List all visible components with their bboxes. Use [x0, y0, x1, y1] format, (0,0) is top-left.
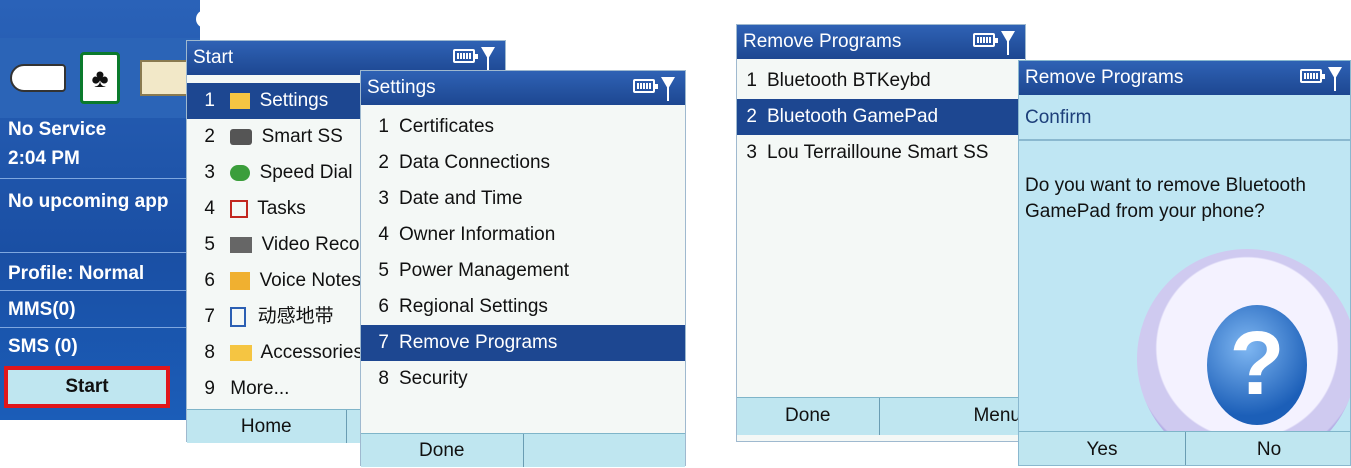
battery-icon [633, 79, 658, 93]
remove-programs-panel: Remove Programs 1 Bluetooth BTKeybd 2 Blue… [736, 24, 1026, 442]
settings-titlebar: Settings [361, 71, 685, 105]
settings-softbar: Done [361, 433, 685, 467]
home-sms-line[interactable]: SMS (0) [8, 335, 78, 359]
key-icon[interactable] [10, 64, 66, 92]
program-item[interactable]: 3 Lou Terrailloune Smart SS [737, 135, 1025, 171]
signal-icon [481, 47, 495, 71]
settings-menu-panel: Settings 1 Certificates 2 Data Connections… [360, 70, 686, 467]
subtitle-divider [1019, 139, 1350, 141]
divider [0, 252, 200, 253]
done-softkey[interactable]: Done [737, 398, 880, 435]
signal-icon [256, 8, 326, 30]
folder-icon [230, 344, 253, 361]
bluetooth-icon [196, 10, 214, 28]
cards-icon[interactable]: ♣ [80, 52, 120, 104]
tasks-icon [230, 199, 249, 218]
done-softkey[interactable]: Done [361, 434, 524, 467]
confirm-title: Remove Programs [1025, 67, 1184, 88]
home-status-time: 2:04 PM [8, 148, 80, 169]
settings-item-certificates[interactable]: 1 Certificates [361, 109, 685, 145]
signal-icon [1001, 31, 1015, 55]
settings-item-remove-programs[interactable]: 7 Remove Programs [361, 325, 685, 361]
start-button[interactable]: Start [4, 366, 170, 408]
speed-dial-icon [230, 164, 251, 181]
settings-title: Settings [367, 77, 436, 98]
divider [0, 327, 200, 328]
settings-item-owner-information[interactable]: 4 Owner Information [361, 217, 685, 253]
confirm-dialog: Remove Programs Confirm Do you want to r… [1018, 60, 1351, 466]
settings-item-regional-settings[interactable]: 6 Regional Settings [361, 289, 685, 325]
divider [0, 290, 200, 291]
settings-item-security[interactable]: 8 Security [361, 361, 685, 397]
battery-icon [453, 49, 478, 63]
settings-item-power-management[interactable]: 5 Power Management [361, 253, 685, 289]
signal-icon [661, 77, 675, 101]
mail-icon[interactable] [140, 60, 190, 96]
confirm-titlebar: Remove Programs [1019, 61, 1350, 95]
signal-icon [1328, 67, 1342, 91]
divider [0, 178, 200, 179]
start-menu-title: Start [193, 47, 234, 68]
right-softkey[interactable] [524, 434, 686, 467]
home-profile-line[interactable]: Profile: Normal [8, 262, 144, 286]
confirm-message: Do you want to remove Bluetooth GamePad … [1025, 175, 1306, 222]
remove-programs-title: Remove Programs [743, 31, 902, 52]
remove-programs-titlebar: Remove Programs [737, 25, 1025, 59]
home-screen: ♣ No Service 2:04 PM No upcoming app Pro… [0, 0, 306, 420]
home-calendar-line[interactable]: No upcoming app [8, 190, 168, 214]
yes-softkey[interactable]: Yes [1019, 432, 1186, 465]
program-item[interactable]: 1 Bluetooth BTKeybd [737, 63, 1025, 99]
voice-notes-icon [230, 271, 251, 290]
no-softkey[interactable]: No [1186, 432, 1350, 465]
confirm-subtitle: Confirm [1025, 107, 1092, 128]
menu-softkey[interactable]: Menu [880, 398, 1026, 435]
document-icon [230, 306, 247, 327]
remove-programs-softbar: Done Menu [737, 397, 1025, 435]
home-icons-row: ♣ [0, 38, 200, 118]
battery-icon [1300, 69, 1325, 83]
settings-item-date-time[interactable]: 3 Date and Time [361, 181, 685, 217]
home-status-service: No Service [8, 119, 107, 140]
folder-settings-icon [230, 92, 251, 109]
video-icon [230, 236, 253, 253]
camera-icon [230, 128, 253, 145]
home-mms-line[interactable]: MMS(0) [8, 298, 76, 322]
battery-icon [973, 33, 998, 47]
program-item[interactable]: 2 Bluetooth GamePad [737, 99, 1025, 135]
confirm-softbar: Yes No [1019, 431, 1350, 465]
settings-item-data-connections[interactable]: 2 Data Connections [361, 145, 685, 181]
home-softkey[interactable]: Home [187, 410, 347, 443]
